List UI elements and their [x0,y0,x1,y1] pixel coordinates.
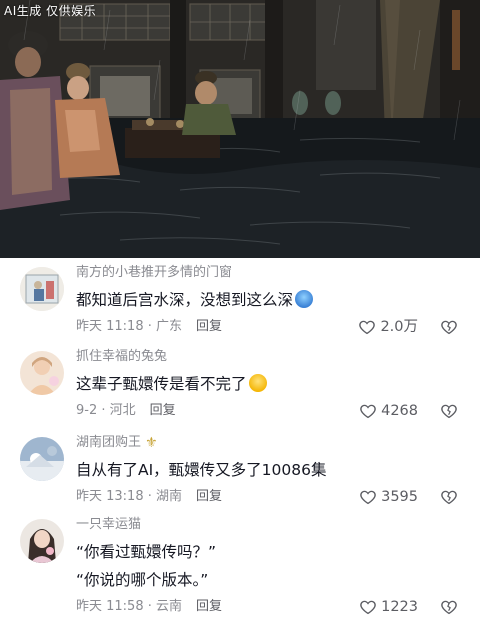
comment-location: 云南 [156,599,183,614]
comment-username-text[interactable]: 湖南团购王 [76,435,141,450]
like-button[interactable]: 4268 [359,402,418,420]
broken-heart-icon [441,320,457,335]
comment-text: 这辈子甄嬛传是看不完了 [76,372,458,396]
heart-icon [360,490,376,505]
avatar[interactable] [20,267,64,311]
heart-icon [359,320,376,335]
comment-item: 抓住幸福的兔兔 这辈子甄嬛传是看不完了 9-2 · 河北 回复 4268 [0,342,480,426]
ai-watermark: AI生成 仅供娱乐 [4,4,97,18]
comment-time: 9-2 [76,403,98,418]
like-count: 2.0万 [380,319,418,335]
comment-text: 自从有了AI，甄嬛传又多了10086集 [76,461,327,479]
reply-button[interactable]: 回复 [150,402,176,420]
comment-meta: 昨天 11:18 · 广东 回复 2.0万 [76,318,458,336]
broken-heart-icon [441,600,457,615]
comment-text: 都知道后宫水深，没想到这么深 [76,288,458,312]
comment-meta: 9-2 · 河北 回复 4268 [76,402,458,420]
comment-location: 广东 [156,319,183,334]
comment-text-line-2: “你说的哪个版本。” [76,571,209,589]
heart-icon [360,600,376,615]
like-count: 1223 [381,599,418,615]
avatar-image [20,437,64,481]
reply-button[interactable]: 回复 [196,318,222,336]
comment-username[interactable]: 抓住幸福的兔兔 [76,348,458,366]
reply-button[interactable]: 回复 [196,598,222,616]
video-frame[interactable]: AI生成 仅供娱乐 [0,0,480,258]
broken-heart-icon [441,404,457,419]
broken-heart-icon [441,490,457,505]
like-count: 3595 [381,489,418,505]
dislike-button[interactable] [440,488,458,506]
comment-time: 昨天 11:18 [76,319,144,334]
laughing-crying-face-emoji [248,374,267,392]
comment-username[interactable]: 一只幸运猫 [76,516,458,534]
flooded-palace-scene [0,0,480,258]
fleur-de-lis-badge: ⚜ [145,435,158,451]
dislike-button[interactable] [440,402,458,420]
comment-text: “你看过甄嬛传吗？” [76,543,217,561]
avatar[interactable] [20,351,64,395]
like-button[interactable]: 3595 [359,488,418,506]
comment-list: 南方的小巷推开多情的门窗 都知道后宫水深，没想到这么深 昨天 11:18 · 广… [0,258,480,632]
like-count: 4268 [381,403,418,419]
dislike-button[interactable] [440,318,458,336]
comment-item: 一只幸运猫 “你看过甄嬛传吗？” “你说的哪个版本。” 昨天 11:58 · 云… [0,510,480,632]
heart-icon [360,404,376,419]
comment-username[interactable]: 南方的小巷推开多情的门窗 [76,264,458,282]
comment-text-content: 都知道后宫水深，没想到这么深 [76,291,294,309]
dislike-button[interactable] [440,598,458,616]
reply-button[interactable]: 回复 [196,488,222,506]
comment-meta: 昨天 13:18 · 湖南 回复 3595 [76,488,458,506]
comment-time: 昨天 11:58 [76,599,144,614]
avatar[interactable] [20,437,64,481]
comment-location: 湖南 [156,489,183,504]
comment-item: 湖南团购王 ⚜ 自从有了AI，甄嬛传又多了10086集 昨天 13:18 · 湖南… [0,426,480,510]
scared-face-emoji [295,290,314,308]
comment-text-content: 这辈子甄嬛传是看不完了 [76,375,247,393]
avatar-image [20,351,64,395]
avatar[interactable] [20,519,64,563]
avatar-image [20,267,64,311]
comment-location: 河北 [109,403,136,418]
avatar-image [20,519,64,563]
comment-item: 南方的小巷推开多情的门窗 都知道后宫水深，没想到这么深 昨天 11:18 · 广… [0,258,480,342]
comment-time: 昨天 13:18 [76,489,144,504]
comment-username: 湖南团购王 ⚜ [76,434,458,452]
comment-meta: 昨天 11:58 · 云南 回复 1223 [76,598,458,616]
like-button[interactable]: 1223 [359,598,418,616]
like-button[interactable]: 2.0万 [358,318,418,336]
